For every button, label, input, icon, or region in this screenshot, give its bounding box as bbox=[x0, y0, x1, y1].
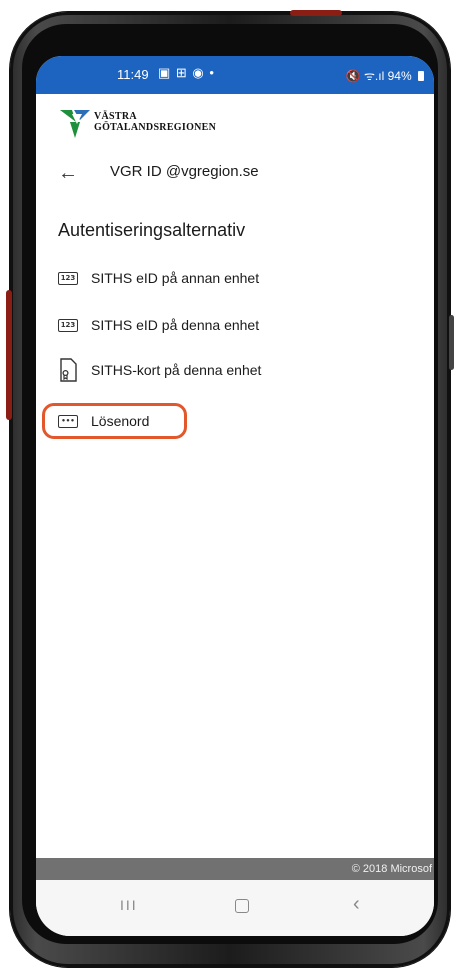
vgr-logo-icon bbox=[60, 110, 90, 138]
battery-icon bbox=[418, 71, 424, 81]
footer-bar: © 2018 Microsof bbox=[36, 858, 434, 880]
side-key bbox=[6, 290, 12, 420]
logo-line-1: VÄSTRA bbox=[94, 111, 137, 122]
recent-apps-icon[interactable]: III bbox=[120, 897, 138, 913]
number-pad-icon: 123 bbox=[58, 271, 78, 285]
vgr-logo-text: VÄSTRA GÖTALANDSREGIONEN bbox=[94, 111, 216, 133]
option-label: SITHS-kort på denna enhet bbox=[91, 362, 262, 378]
password-dots-icon: ••• bbox=[58, 414, 78, 428]
account-name: VGR ID @vgregion.se bbox=[110, 163, 259, 180]
signal-icon: 🔇 ᯤ.ıl bbox=[345, 69, 385, 83]
option-siths-eid-this-device[interactable]: 123 SITHS eID på denna enhet bbox=[58, 312, 259, 338]
status-time: 11:49 bbox=[117, 67, 149, 82]
option-siths-eid-other-device[interactable]: 123 SITHS eID på annan enhet bbox=[58, 265, 259, 291]
navigation-bar: III ‹ bbox=[36, 880, 434, 936]
back-icon[interactable]: ‹ bbox=[353, 893, 360, 916]
page-title: Autentiseringsalternativ bbox=[58, 220, 246, 240]
back-arrow-icon[interactable]: ← bbox=[58, 162, 78, 185]
battery-level: 94% bbox=[387, 69, 412, 83]
logo-line-2: GÖTALANDSREGIONEN bbox=[94, 122, 217, 133]
volume-key bbox=[449, 315, 454, 370]
notification-icons: ▣ ⊞ ◉ • bbox=[158, 65, 215, 80]
power-button bbox=[290, 10, 342, 16]
option-siths-card-this-device[interactable]: SITHS-kort på denna enhet bbox=[58, 357, 261, 383]
home-icon[interactable] bbox=[235, 899, 249, 913]
option-label: SITHS eID på denna enhet bbox=[91, 317, 260, 333]
screen: 11:49 ▣ ⊞ ◉ • 🔇 ᯤ.ıl 94% VÄSTRA GÖTALAND… bbox=[36, 56, 434, 936]
status-bar: 11:49 ▣ ⊞ ◉ • 🔇 ᯤ.ıl 94% bbox=[36, 56, 434, 94]
option-label: Lösenord bbox=[91, 413, 150, 429]
number-pad-icon: 123 bbox=[58, 318, 78, 332]
option-password[interactable]: ••• Lösenord bbox=[58, 408, 149, 434]
system-icons: 🔇 ᯤ.ıl 94% bbox=[346, 67, 424, 84]
card-icon bbox=[60, 358, 77, 382]
copyright-text: © 2018 Microsof bbox=[351, 863, 432, 875]
option-label: SITHS eID på annan enhet bbox=[91, 270, 260, 286]
vgr-logo: VÄSTRA GÖTALANDSREGIONEN bbox=[58, 106, 258, 146]
